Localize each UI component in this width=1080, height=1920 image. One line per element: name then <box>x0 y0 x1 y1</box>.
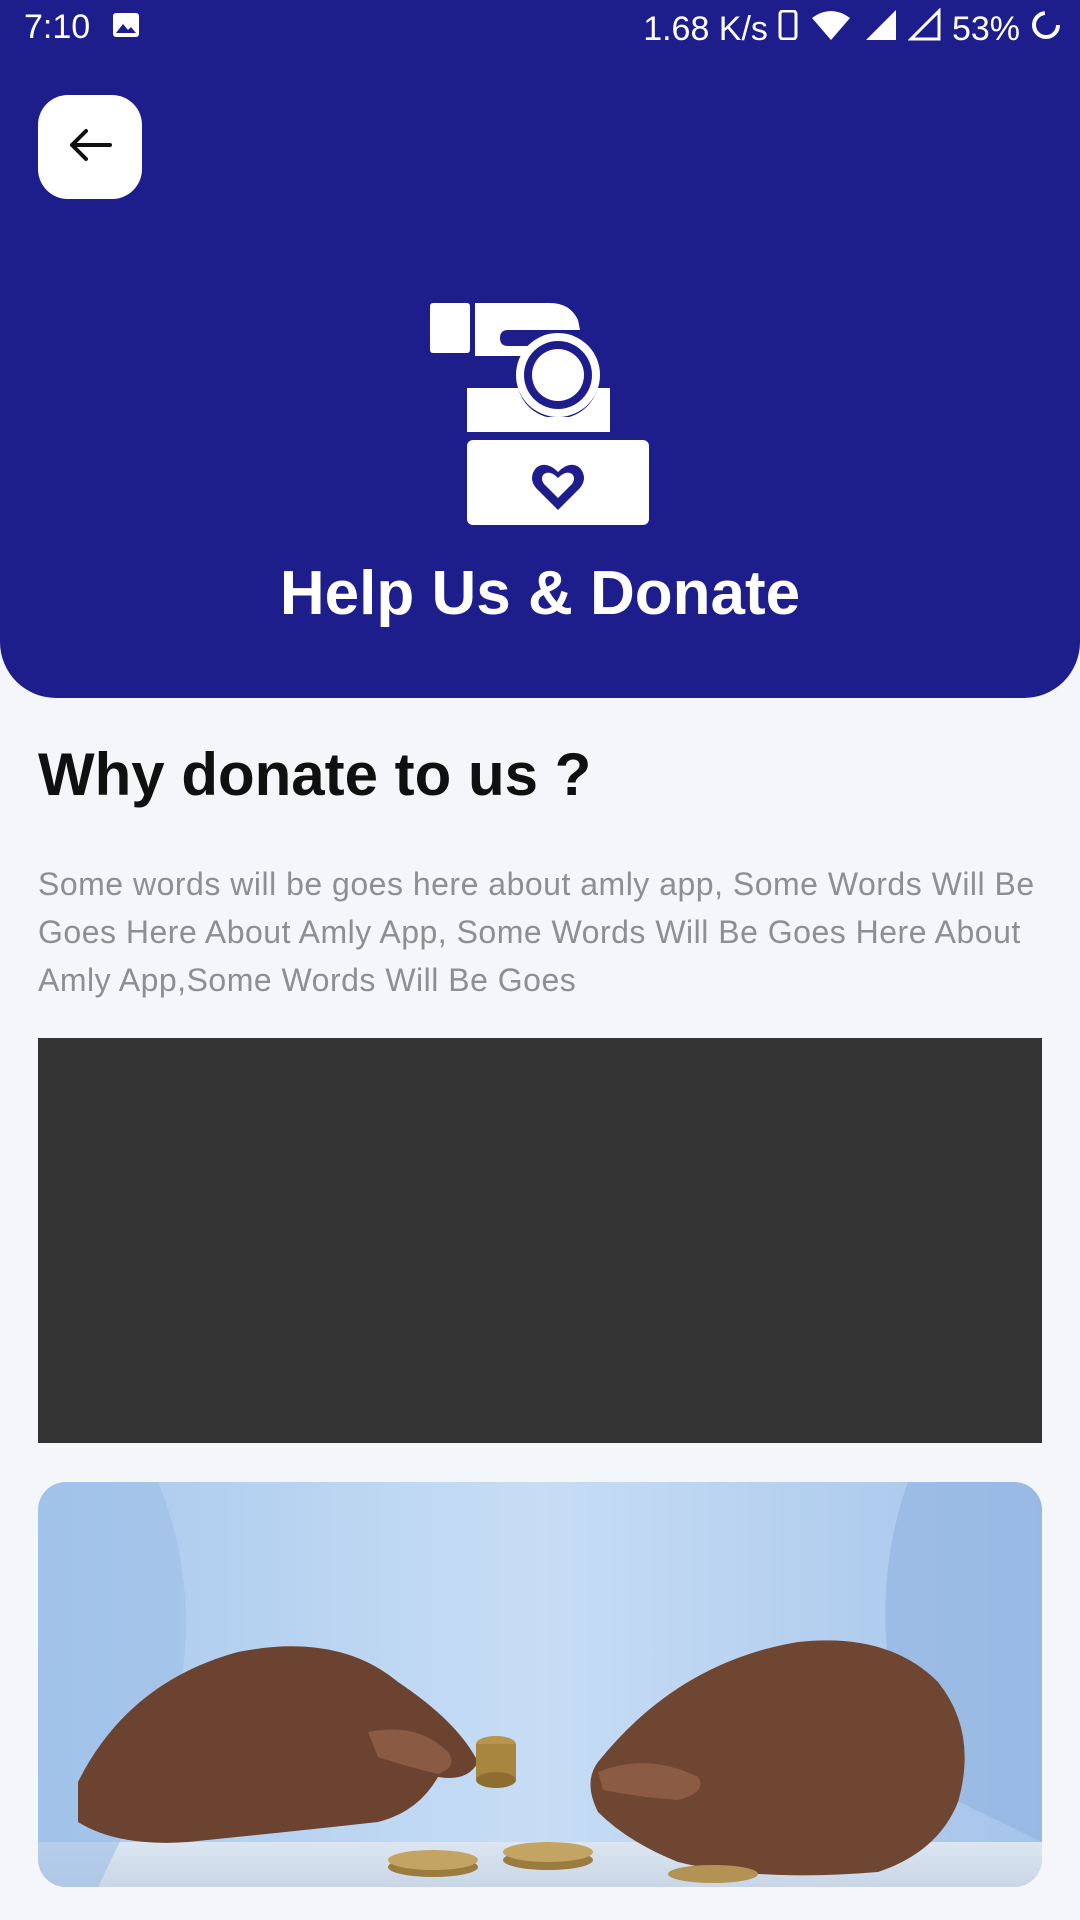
header-banner: 7:10 1.68 K/s 53% Help Us & Donate <box>0 0 1080 698</box>
arrow-left-icon <box>66 127 114 168</box>
wifi-icon <box>808 8 854 51</box>
hands-stacking-coins-photo <box>38 1482 1042 1887</box>
section-description: Some words will be goes here about amly … <box>38 866 1035 998</box>
image-icon <box>112 8 140 47</box>
section-heading: Why donate to us ? <box>38 741 592 808</box>
signal-icon <box>907 7 942 51</box>
battery-icon <box>1030 9 1062 50</box>
network-speed: 1.68 K/s <box>643 10 768 48</box>
back-button[interactable] <box>38 95 142 199</box>
video-player[interactable] <box>38 1038 1042 1443</box>
signal-icon <box>864 8 898 51</box>
donation-box-icon <box>430 300 650 525</box>
battery-percent: 53% <box>951 10 1020 48</box>
status-time: 7:10 <box>24 8 91 46</box>
phone-icon <box>778 9 798 49</box>
status-bar: 7:10 1.68 K/s 53% <box>0 0 1080 58</box>
page-title: Help Us & Donate <box>279 559 801 628</box>
